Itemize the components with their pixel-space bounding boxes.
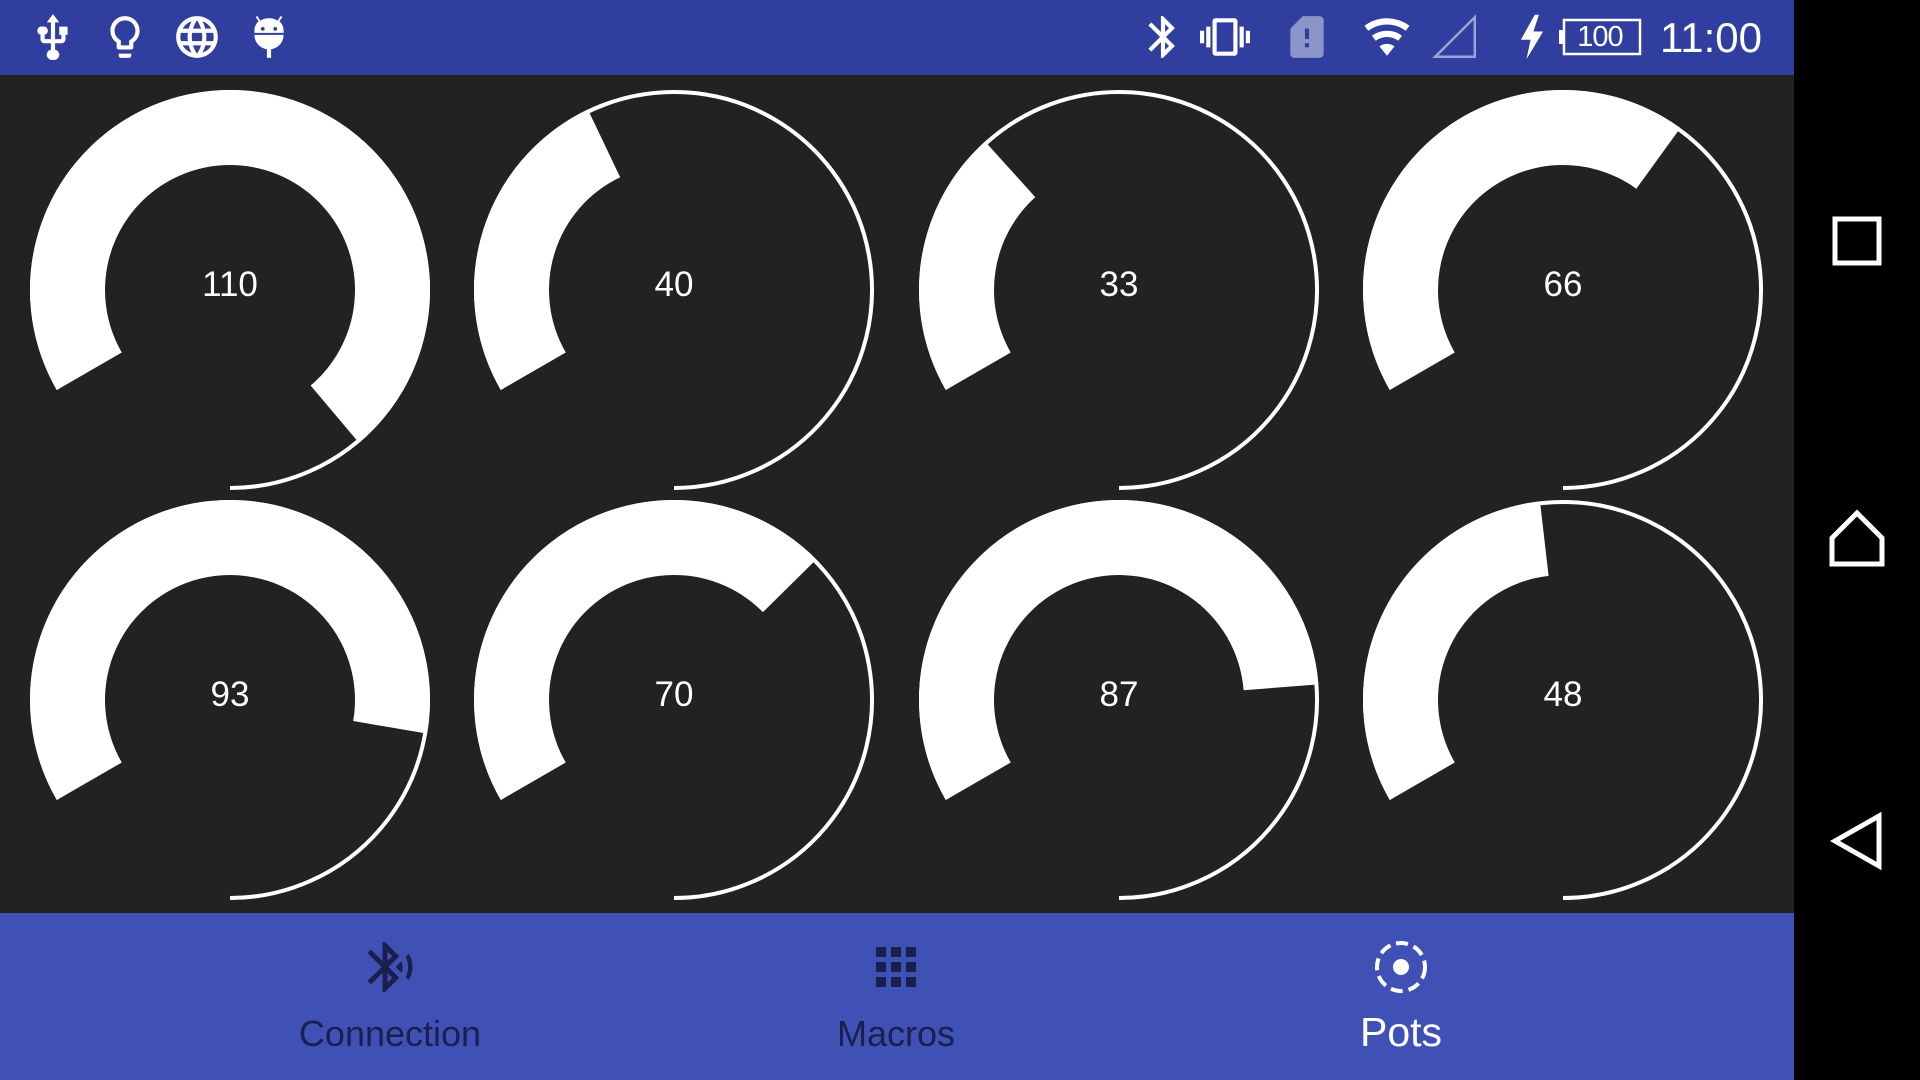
vibrate-icon (1200, 12, 1250, 62)
wifi-icon (1362, 12, 1412, 62)
knob-5[interactable]: 93 (8, 490, 452, 900)
status-bar: 100 11:00 (0, 0, 1794, 75)
recents-icon[interactable] (1827, 211, 1887, 271)
usb-icon (28, 12, 78, 62)
globe-icon (172, 12, 222, 62)
knob-icon (1371, 937, 1431, 997)
nav-label: Pots (1359, 1009, 1443, 1055)
bottom-navigation: Connection Macros Pots (0, 913, 1794, 1080)
sim-alert-icon (1282, 12, 1332, 62)
app-screen: 100 11:00 110 40 33 66 93 70 87 48 Conne… (0, 0, 1794, 1080)
home-icon[interactable] (1827, 508, 1887, 568)
knob-value: 48 (1543, 675, 1583, 714)
knob-1[interactable]: 110 (8, 80, 452, 490)
nav-item-macros[interactable]: Macros (696, 913, 1096, 1080)
battery-level-text: 100 (1577, 20, 1623, 53)
nav-label: Connection (298, 1013, 482, 1054)
bluetooth-icon (1138, 12, 1188, 62)
cell-signal-icon (1430, 12, 1480, 62)
knob-2[interactable]: 40 (452, 80, 896, 490)
system-navigation-bar (1794, 0, 1920, 1080)
nav-item-pots[interactable]: Pots (1201, 913, 1601, 1080)
status-clock: 11:00 (1660, 14, 1762, 61)
knob-value: 70 (654, 675, 694, 714)
android-icon (244, 12, 294, 62)
knob-6[interactable]: 70 (452, 490, 896, 900)
charging-icon (1512, 12, 1552, 62)
back-icon[interactable] (1827, 811, 1887, 871)
knob-8[interactable]: 48 (1341, 490, 1785, 900)
knob-value: 66 (1543, 265, 1583, 304)
nav-item-connection[interactable]: Connection (190, 913, 590, 1080)
bluetooth-searching-icon (360, 937, 420, 997)
knob-value: 40 (654, 265, 694, 304)
lightbulb-icon (100, 12, 150, 62)
grid-icon (866, 937, 926, 997)
knob-value: 93 (210, 675, 250, 714)
knob-7[interactable]: 87 (897, 490, 1341, 900)
knob-4[interactable]: 66 (1341, 80, 1785, 490)
nav-label: Macros (836, 1013, 956, 1054)
knob-value: 87 (1099, 675, 1139, 714)
knob-value: 110 (202, 265, 258, 304)
knob-3[interactable]: 33 (897, 80, 1341, 490)
knob-value: 33 (1099, 265, 1139, 304)
knob-grid: 110 40 33 66 93 70 87 48 (0, 75, 1794, 913)
